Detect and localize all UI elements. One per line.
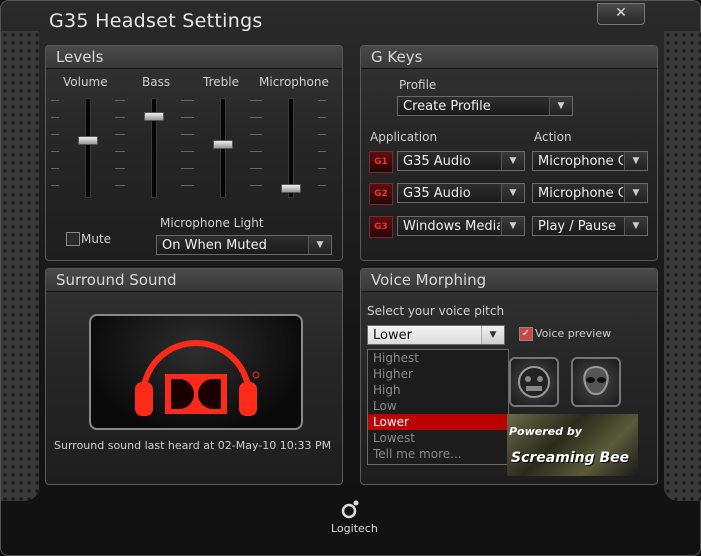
alien-voice-button[interactable] (571, 357, 621, 407)
logitech-logo-icon (341, 500, 359, 519)
slider-tick (117, 134, 125, 135)
slider-tick (51, 100, 59, 101)
mute-label: Mute (81, 232, 112, 246)
list-item[interactable]: Tell me more... (368, 446, 508, 462)
slider-tick (117, 117, 125, 118)
mic-light-label: Microphone Light (160, 216, 264, 230)
slider-tick (51, 185, 59, 186)
slider-tick (117, 185, 125, 186)
g3-action-select[interactable]: Play / Pause ▼ (532, 216, 648, 236)
slider-thumb-volume[interactable] (78, 135, 98, 145)
slider-tick (51, 168, 59, 169)
volume-label: Volume (63, 75, 108, 89)
application-header: Application (370, 130, 438, 144)
chevron-down-icon: ▼ (501, 217, 524, 235)
list-item[interactable]: Low (368, 398, 508, 414)
dolby-headphone-icon (135, 340, 260, 416)
powered-by-text: Powered by (509, 425, 582, 438)
logitech-wordmark: Logitech (331, 522, 378, 535)
slider-tick (117, 100, 125, 101)
window-title: G35 Headset Settings (49, 10, 263, 32)
slider-tick (318, 185, 326, 186)
surround-title: Surround Sound (46, 269, 342, 292)
slider-tick (254, 134, 262, 135)
screaming-bee-logo: Screaming Bee (511, 450, 630, 466)
app-window: G35 Headset Settings ✕ Levels Volume Bas… (0, 0, 701, 556)
voice-preview-checkbox[interactable]: ✓ (519, 327, 533, 341)
chevron-down-icon: ▼ (624, 184, 647, 202)
slider-tick (254, 100, 262, 101)
slider-tick (254, 151, 262, 152)
voice-morphing-title: Voice Morphing (361, 269, 657, 292)
chevron-down-icon: ▼ (624, 217, 647, 235)
chevron-down-icon: ▼ (549, 97, 572, 115)
levels-title: Levels (46, 46, 342, 69)
g1-key-icon: G1 (369, 151, 393, 173)
profile-select[interactable]: Create Profile ▼ (397, 96, 573, 116)
slider-tick (51, 117, 59, 118)
slider-tick (318, 168, 326, 169)
close-icon: ✕ (615, 5, 627, 21)
dolby-headphone-button[interactable] (89, 314, 303, 430)
slider-tick (318, 134, 326, 135)
slider-tick (254, 185, 262, 186)
alien-face-icon (583, 365, 609, 395)
list-item-selected[interactable]: Lower (368, 414, 508, 430)
pitch-options-list: Highest Higher High Low Lower Lowest Tel… (367, 349, 509, 465)
slider-tick (186, 185, 194, 186)
slider-tick (318, 100, 326, 101)
slider-thumb-treble[interactable] (213, 140, 233, 150)
chevron-down-icon: ▼ (501, 152, 524, 170)
g1-application-select[interactable]: G35 Audio ▼ (397, 151, 525, 171)
slider-tick (318, 117, 326, 118)
right-speaker-grille (664, 31, 701, 501)
slider-track-volume[interactable] (85, 98, 91, 198)
slider-tick (318, 151, 326, 152)
slider-tick (186, 117, 194, 118)
slider-tick (186, 134, 194, 135)
g1-action-select[interactable]: Microphone Gain▼ (532, 151, 648, 171)
pitch-select[interactable]: Lower ▼ (367, 325, 505, 345)
slider-thumb-microphone[interactable] (281, 183, 301, 193)
slider-tick (186, 151, 194, 152)
slider-tick (51, 134, 59, 135)
chevron-down-icon: ▼ (501, 184, 524, 202)
chevron-down-icon: ▼ (624, 152, 647, 170)
treble-label: Treble (203, 75, 239, 89)
bass-label: Bass (142, 75, 171, 89)
pitch-label: Select your voice pitch (367, 304, 505, 318)
mic-light-select[interactable]: On When Muted ▼ (156, 235, 332, 255)
list-item[interactable]: High (368, 382, 508, 398)
g3-key-icon: G3 (369, 216, 393, 238)
slider-thumb-bass[interactable] (144, 112, 164, 122)
screaming-bee-banner[interactable]: Powered by Screaming Bee (507, 414, 638, 476)
voice-preview-label: Voice preview (535, 327, 612, 340)
surround-status: Surround sound last heard at 02-May-10 1… (54, 439, 332, 452)
action-header: Action (534, 130, 572, 144)
mute-checkbox[interactable] (66, 232, 80, 246)
g3-application-select[interactable]: Windows Media Player▼ (397, 216, 525, 236)
slider-tick (51, 151, 59, 152)
list-item[interactable]: Higher (368, 366, 508, 382)
monster-face-icon (518, 366, 550, 398)
profile-label: Profile (399, 78, 437, 92)
slider-tick (186, 168, 194, 169)
slider-tick (117, 151, 125, 152)
slider-tick (117, 168, 125, 169)
gkeys-title: G Keys (361, 46, 657, 69)
list-item[interactable]: Lowest (368, 430, 508, 446)
left-speaker-grille (1, 31, 39, 501)
close-button[interactable]: ✕ (597, 3, 645, 25)
g2-application-select[interactable]: G35 Audio ▼ (397, 183, 525, 203)
microphone-label: Microphone (259, 75, 329, 89)
slider-tick (254, 168, 262, 169)
chevron-down-icon: ▼ (308, 236, 331, 254)
g2-action-select[interactable]: Microphone Gain▼ (532, 183, 648, 203)
monster-voice-button[interactable] (509, 357, 559, 407)
g2-key-icon: G2 (369, 183, 393, 205)
list-item[interactable]: Highest (368, 350, 508, 366)
chevron-down-icon: ▼ (481, 326, 504, 344)
slider-tick (186, 100, 194, 101)
slider-tick (254, 117, 262, 118)
